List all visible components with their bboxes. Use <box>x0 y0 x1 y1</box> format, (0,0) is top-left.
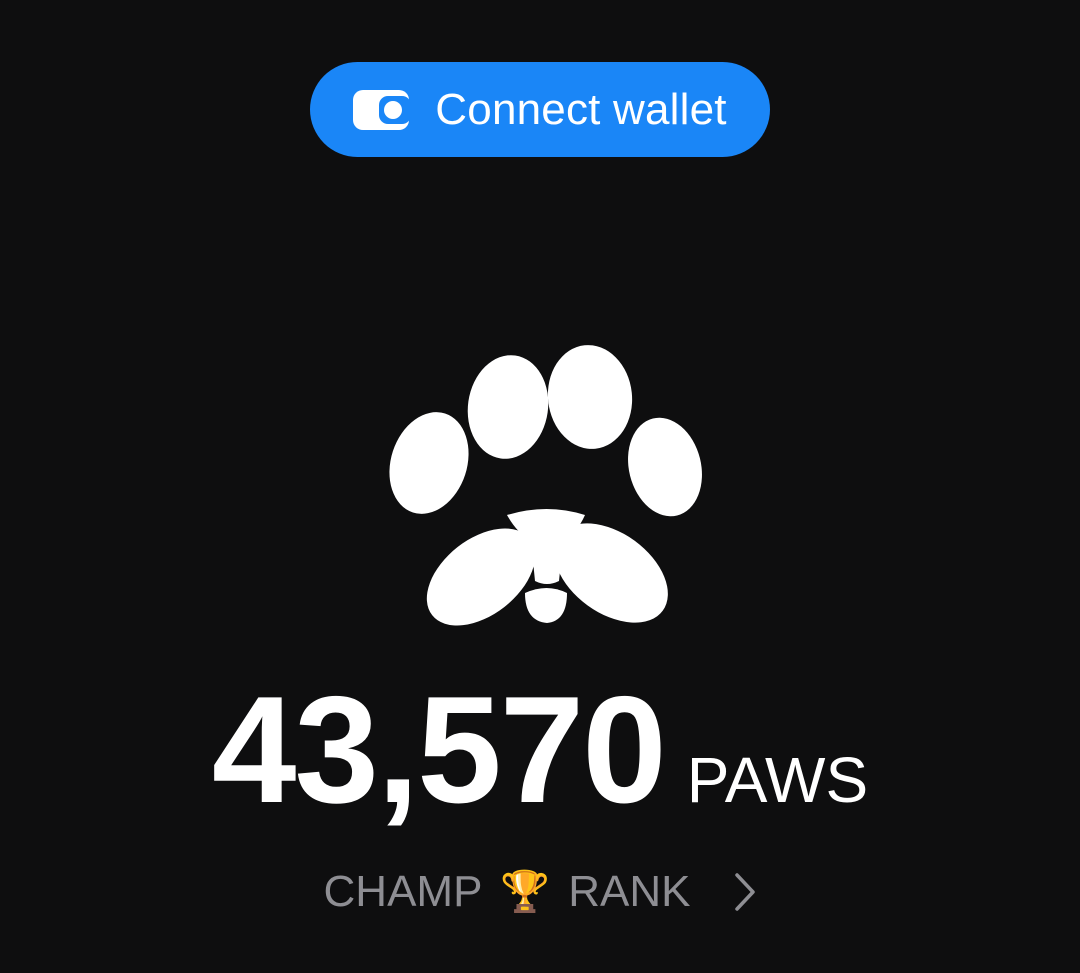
rank-tier: CHAMP <box>323 867 483 916</box>
balance-display: 43,570 PAWS <box>0 665 1080 835</box>
wallet-icon <box>353 88 413 132</box>
balance-value: 43,570 <box>211 665 667 835</box>
connect-wallet-label: Connect wallet <box>435 84 727 134</box>
balance-unit: PAWS <box>686 744 869 816</box>
rank-label: RANK <box>568 867 691 916</box>
trophy-icon: 🏆 <box>500 870 551 914</box>
paw-icon <box>389 345 702 626</box>
rank-link[interactable]: CHAMP 🏆 RANK <box>0 862 1080 922</box>
connect-wallet-button[interactable]: Connect wallet <box>310 62 770 157</box>
app-screen: Connect wallet 43,570 PAWS CHAMP 🏆 RANK <box>0 0 1080 973</box>
chevron-right-icon <box>734 872 756 912</box>
